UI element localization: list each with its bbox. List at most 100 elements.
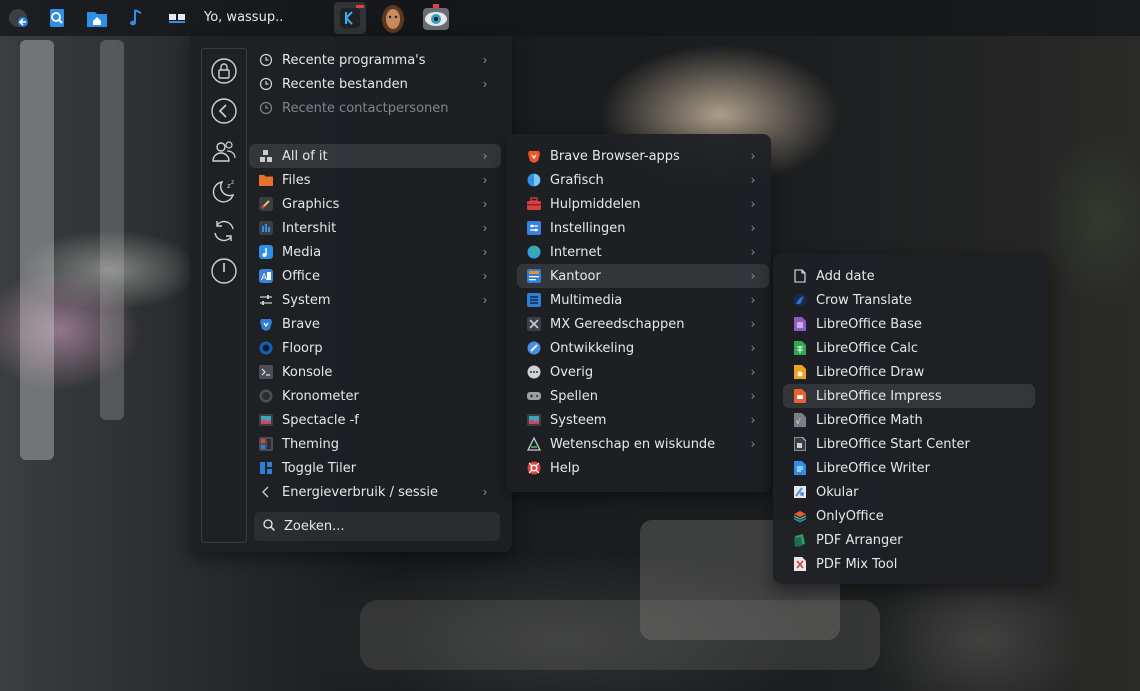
chevron-right-icon: › — [750, 341, 756, 355]
background-blur-shape — [360, 600, 880, 670]
switch-user-icon[interactable] — [210, 137, 238, 165]
menu-item-system[interactable]: System › — [249, 288, 501, 312]
menu-item-intershit[interactable]: Intershit › — [249, 216, 501, 240]
submenu-item-libreoffice-start-center[interactable]: LibreOffice Start Center — [783, 432, 1035, 456]
task-eye[interactable] — [420, 2, 452, 34]
submenu-kantoor: Add date Crow Translate LibreOffice Base… — [773, 254, 1048, 584]
onlyoffice-icon — [792, 508, 808, 524]
submenu-item-kantoor[interactable]: Kantoor › — [517, 264, 769, 288]
submenu-item-grafisch[interactable]: Grafisch › — [517, 168, 769, 192]
file-search-icon[interactable] — [42, 4, 72, 32]
clock-icon — [258, 100, 274, 116]
submenu-item-libreoffice-draw[interactable]: LibreOffice Draw — [783, 360, 1035, 384]
graphics-icon — [526, 172, 542, 188]
menu-item-floorp[interactable]: Floorp — [249, 336, 501, 360]
menu-item-konsole[interactable]: Konsole — [249, 360, 501, 384]
menu-item-energy-session[interactable]: Energieverbruik / sessie › — [249, 480, 501, 504]
internet-icon — [258, 220, 274, 236]
chevron-right-icon: › — [482, 485, 488, 499]
submenu-item-add-date[interactable]: Add date — [783, 264, 1035, 288]
submenu-item-libreoffice-impress[interactable]: LibreOffice Impress — [783, 384, 1035, 408]
search-field[interactable]: Zoeken... — [254, 512, 500, 541]
submenu-item-brave-browser-apps[interactable]: Brave Browser-apps › — [517, 144, 769, 168]
menu-item-toggle-tiler[interactable]: Toggle Tiler — [249, 456, 501, 480]
home-folder-icon[interactable] — [82, 4, 112, 32]
power-icon[interactable] — [210, 257, 238, 285]
pdf-arranger-icon — [792, 532, 808, 548]
menu-item-theming[interactable]: Theming — [249, 432, 501, 456]
menu-item-files[interactable]: Files › — [249, 168, 501, 192]
tiler-icon — [258, 460, 274, 476]
brave-icon — [258, 316, 274, 332]
libreoffice-start-icon — [792, 436, 808, 452]
chevron-right-icon: › — [750, 317, 756, 331]
submenu-item-libreoffice-writer[interactable]: LibreOffice Writer — [783, 456, 1035, 480]
submenu-item-overig[interactable]: Overig › — [517, 360, 769, 384]
task-avatar[interactable] — [377, 2, 409, 34]
submenu-item-systeem[interactable]: Systeem › — [517, 408, 769, 432]
svg-text:z: z — [231, 179, 234, 186]
submenu-item-libreoffice-calc[interactable]: LibreOffice Calc — [783, 336, 1035, 360]
libreoffice-draw-icon — [792, 364, 808, 380]
submenu-item-mx-gereedschappen[interactable]: MX Gereedschappen › — [517, 312, 769, 336]
submenu-item-internet[interactable]: Internet › — [517, 240, 769, 264]
music-note-icon[interactable] — [122, 4, 152, 32]
theming-icon — [258, 436, 274, 452]
back-arrow-icon[interactable] — [210, 97, 238, 125]
submenu-item-onlyoffice[interactable]: OnlyOffice — [783, 504, 1035, 528]
session-sidebar: zz — [201, 48, 247, 543]
settings-icon — [526, 220, 542, 236]
development-icon — [526, 340, 542, 356]
folder-icon — [258, 172, 274, 188]
menu-item-brave[interactable]: Brave — [249, 312, 501, 336]
menu-item-spectacle[interactable]: Spectacle -f — [249, 408, 501, 432]
task-kde-app[interactable] — [334, 2, 366, 34]
chevron-right-icon: › — [750, 413, 756, 427]
window-tiles-icon[interactable] — [162, 4, 192, 32]
libreoffice-impress-icon — [792, 388, 808, 404]
submenu-item-instellingen[interactable]: Instellingen › — [517, 216, 769, 240]
menu-item-office[interactable]: A Office › — [249, 264, 501, 288]
avatar-face-icon — [382, 5, 404, 33]
submenu-item-wetenschap[interactable]: Wetenschap en wiskunde › — [517, 432, 769, 456]
menu-item-all-of-it[interactable]: All of it › — [249, 144, 501, 168]
system-icon — [526, 412, 542, 428]
menu-item-graphics[interactable]: Graphics › — [249, 192, 501, 216]
background-blur-shape — [20, 40, 54, 460]
chevron-right-icon: › — [750, 269, 756, 283]
chevron-right-icon: › — [750, 293, 756, 307]
chevron-right-icon: › — [750, 197, 756, 211]
submenu-item-hulpmiddelen[interactable]: Hulpmiddelen › — [517, 192, 769, 216]
submenu-item-pdf-mix-tool[interactable]: PDF Mix Tool — [783, 552, 1035, 576]
submenu-item-libreoffice-math[interactable]: √ LibreOffice Math — [783, 408, 1035, 432]
science-icon — [526, 436, 542, 452]
sleep-icon[interactable]: zz — [210, 177, 238, 205]
toolbox-icon — [526, 196, 542, 212]
submenu-item-ontwikkeling[interactable]: Ontwikkeling › — [517, 336, 769, 360]
submenu-item-multimedia[interactable]: Multimedia › — [517, 288, 769, 312]
chevron-right-icon: › — [482, 245, 488, 259]
menu-item-kronometer[interactable]: Kronometer — [249, 384, 501, 408]
chevron-right-icon: › — [750, 221, 756, 235]
menu-item-recent-files[interactable]: Recente bestanden › — [249, 72, 501, 96]
menu-item-recent-programs[interactable]: Recente programma's › — [249, 48, 501, 72]
restart-icon[interactable] — [210, 217, 238, 245]
office-icon — [526, 268, 542, 284]
grid-icon — [258, 148, 274, 164]
chevron-right-icon: › — [482, 293, 488, 307]
submenu-item-spellen[interactable]: Spellen › — [517, 384, 769, 408]
submenu-item-okular[interactable]: Okular — [783, 480, 1035, 504]
submenu-item-libreoffice-base[interactable]: LibreOffice Base — [783, 312, 1035, 336]
help-icon — [526, 460, 542, 476]
svg-text:√: √ — [796, 418, 801, 426]
chevron-right-icon: › — [750, 389, 756, 403]
kde-menu-icon[interactable] — [4, 4, 34, 32]
submenu-item-crow-translate[interactable]: Crow Translate — [783, 288, 1035, 312]
menu-item-media[interactable]: Media › — [249, 240, 501, 264]
lock-icon[interactable] — [210, 57, 238, 85]
eye-icon — [423, 4, 449, 30]
gamepad-icon — [526, 388, 542, 404]
submenu-item-pdf-arranger[interactable]: PDF Arranger — [783, 528, 1035, 552]
sliders-icon — [258, 292, 274, 308]
submenu-item-help[interactable]: Help — [517, 456, 769, 480]
